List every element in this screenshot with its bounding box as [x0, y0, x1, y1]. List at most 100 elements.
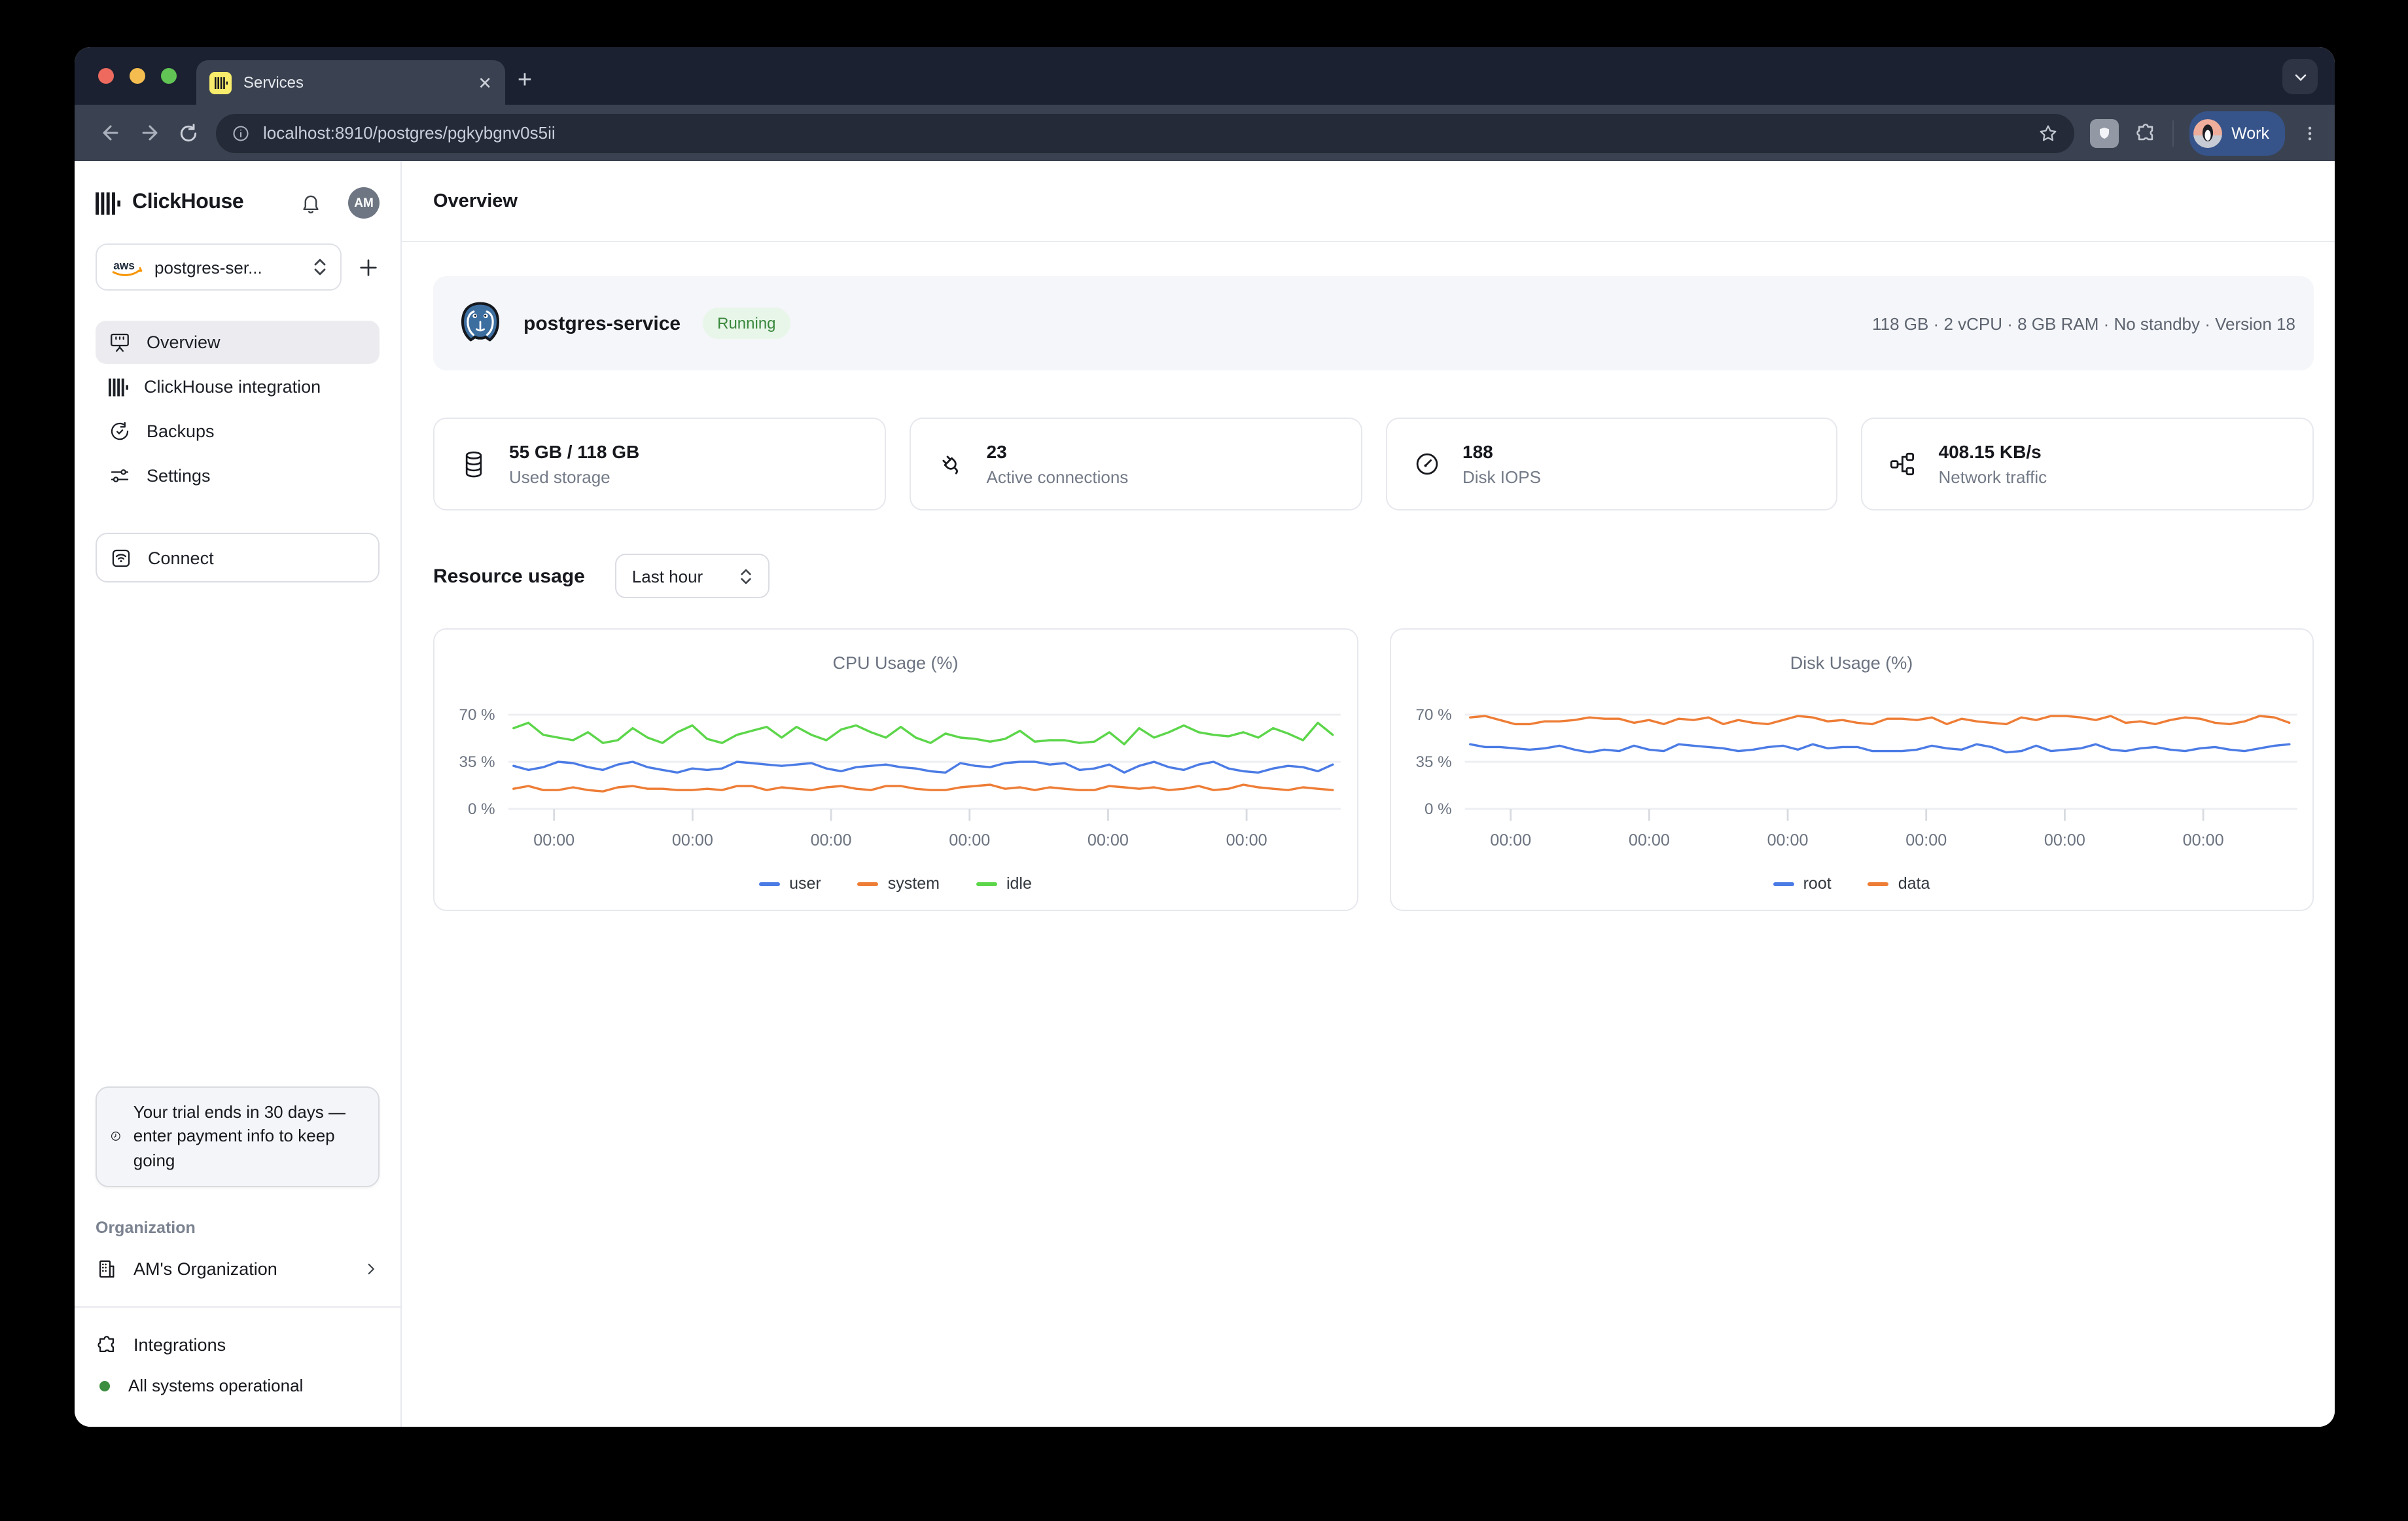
sidebar-item-backups[interactable]: Backups [96, 410, 380, 453]
stat-card-active-connections: 23Active connections [910, 418, 1362, 510]
svg-text:00:00: 00:00 [1489, 831, 1531, 850]
service-selector-row: aws postgres-ser... [96, 243, 380, 291]
user-avatar[interactable]: AM [348, 187, 380, 219]
stat-label: Used storage [509, 467, 639, 487]
time-range-value: Last hour [632, 566, 703, 586]
chevron-updown-icon [739, 567, 752, 584]
reload-button[interactable] [169, 113, 208, 152]
selected-service: postgres-ser... [154, 257, 302, 277]
brand-row: ClickHouse AM [96, 187, 380, 219]
browser-toolbar: localhost:8910/postgres/pgkybgnv0s5ii Wo… [75, 105, 2335, 161]
integrations-puzzle-icon [96, 1334, 118, 1356]
page-header: Overview [402, 161, 2335, 242]
charts-row: CPU Usage (%) 70 % 35 % 0 % 00:00 00:00 00:00… [433, 628, 2314, 911]
stat-label: Disk IOPS [1462, 467, 1541, 487]
tab-close-icon[interactable]: ✕ [478, 74, 492, 91]
connect-button[interactable]: Connect [96, 533, 380, 582]
close-window-button[interactable] [98, 68, 114, 84]
svg-text:00:00: 00:00 [949, 831, 990, 850]
integrations-item[interactable]: Integrations [96, 1334, 380, 1356]
profile-name: Work [2231, 124, 2269, 142]
status-badge: Running [703, 308, 790, 339]
profile-avatar [2193, 118, 2222, 147]
minimize-window-button[interactable] [130, 68, 145, 84]
browser-window: Services ✕ + localhost:8910/postgres/pgk… [75, 47, 2335, 1427]
tab-search-button[interactable] [2282, 59, 2318, 94]
legend-item-data: data [1868, 874, 1930, 893]
gauge-icon [1413, 450, 1440, 478]
sidebar-bottom: Your trial ends in 30 days — enter payme… [96, 1086, 380, 1427]
disk-usage-plot: 70 %35 %0 %00:0000:0000:0000:0000:0000:0… [1390, 675, 2312, 872]
resource-usage-row: Resource usage Last hour [433, 554, 2314, 598]
legend-label: system [888, 874, 940, 893]
url-text[interactable]: localhost:8910/postgres/pgkybgnv0s5ii [263, 123, 2025, 143]
clickhouse-logo-icon [96, 192, 120, 214]
shield-extension-icon[interactable] [2090, 118, 2119, 147]
chart-title: Disk Usage (%) [1390, 653, 2312, 673]
page-title: Overview [433, 190, 518, 211]
legend-item-idle: idle [976, 874, 1032, 893]
stats-row: 55 GB / 118 GBUsed storage 23Active conn… [433, 418, 2314, 510]
legend-swatch-icon [759, 882, 780, 886]
svg-text:0 %: 0 % [1424, 800, 1451, 818]
bookmark-star-icon[interactable] [2038, 122, 2059, 143]
add-service-button[interactable] [357, 256, 380, 278]
settings-sliders-icon [109, 465, 131, 487]
svg-text:aws: aws [113, 259, 135, 272]
svg-text:00:00: 00:00 [1088, 831, 1129, 850]
tab-services[interactable]: Services ✕ [196, 60, 505, 105]
stat-card-network-traffic: 408.15 KB/sNetwork traffic [1862, 418, 2314, 510]
browser-menu-icon[interactable] [2301, 122, 2319, 143]
time-range-select[interactable]: Last hour [615, 554, 770, 598]
system-status[interactable]: All systems operational [96, 1376, 380, 1395]
legend-label: data [1898, 874, 1930, 893]
new-tab-button[interactable]: + [506, 63, 543, 99]
stat-value: 23 [987, 441, 1129, 462]
organization-item[interactable]: AM's Organization [96, 1258, 380, 1280]
trial-notice: Your trial ends in 30 days — enter payme… [96, 1086, 380, 1187]
cpu-usage-legend: user system idle [434, 874, 1356, 893]
extensions-puzzle-icon[interactable] [2134, 122, 2157, 144]
site-info-icon[interactable] [232, 124, 250, 142]
svg-text:00:00: 00:00 [2182, 831, 2223, 850]
sidebar-item-overview[interactable]: Overview [96, 321, 380, 364]
profile-chip[interactable]: Work [2189, 111, 2285, 155]
status-text: All systems operational [128, 1376, 303, 1395]
svg-text:00:00: 00:00 [1628, 831, 1669, 850]
service-name: postgres-service [523, 312, 681, 334]
sidebar: ClickHouse AM aws postgres-ser... [75, 161, 402, 1427]
back-button[interactable] [90, 113, 130, 152]
sidebar-item-settings[interactable]: Settings [96, 454, 380, 497]
chart-title: CPU Usage (%) [434, 653, 1356, 673]
svg-text:70 %: 70 % [1415, 706, 1451, 724]
legend-item-root: root [1773, 874, 1832, 893]
legend-label: user [789, 874, 821, 893]
sidebar-item-clickhouse-integration[interactable]: ClickHouse integration [96, 365, 380, 408]
disk-usage-chart-card: Disk Usage (%) 70 % 35 % 0 % 00:00 00:00 00:0… [1389, 628, 2314, 911]
url-bar[interactable]: localhost:8910/postgres/pgkybgnv0s5ii [216, 113, 2074, 152]
tab-strip: Services ✕ + [75, 47, 2335, 105]
sidebar-item-label: Overview [147, 332, 221, 352]
overview-board-icon [109, 331, 131, 353]
clickhouse-bars-icon [109, 378, 128, 396]
window-controls [98, 68, 177, 84]
svg-text:00:00: 00:00 [1905, 831, 1946, 850]
legend-label: idle [1006, 874, 1032, 893]
integrations-label: Integrations [133, 1335, 226, 1355]
sidebar-divider [75, 1306, 400, 1308]
svg-text:00:00: 00:00 [2044, 831, 2085, 850]
sidebar-item-label: ClickHouse integration [144, 377, 321, 397]
clock-icon [110, 1125, 122, 1149]
service-selector[interactable]: aws postgres-ser... [96, 243, 342, 291]
stat-card-used-storage: 55 GB / 118 GBUsed storage [433, 418, 886, 510]
organization-section-label: Organization [96, 1219, 380, 1237]
forward-button[interactable] [130, 113, 169, 152]
legend-item-user: user [759, 874, 821, 893]
plug-icon [937, 450, 965, 478]
status-dot-icon [99, 1380, 110, 1391]
zoom-window-button[interactable] [161, 68, 177, 84]
svg-text:35 %: 35 % [1415, 753, 1451, 771]
notifications-bell-icon[interactable] [300, 192, 322, 214]
svg-text:00:00: 00:00 [1226, 831, 1267, 850]
trial-text: Your trial ends in 30 days — enter payme… [133, 1100, 363, 1173]
